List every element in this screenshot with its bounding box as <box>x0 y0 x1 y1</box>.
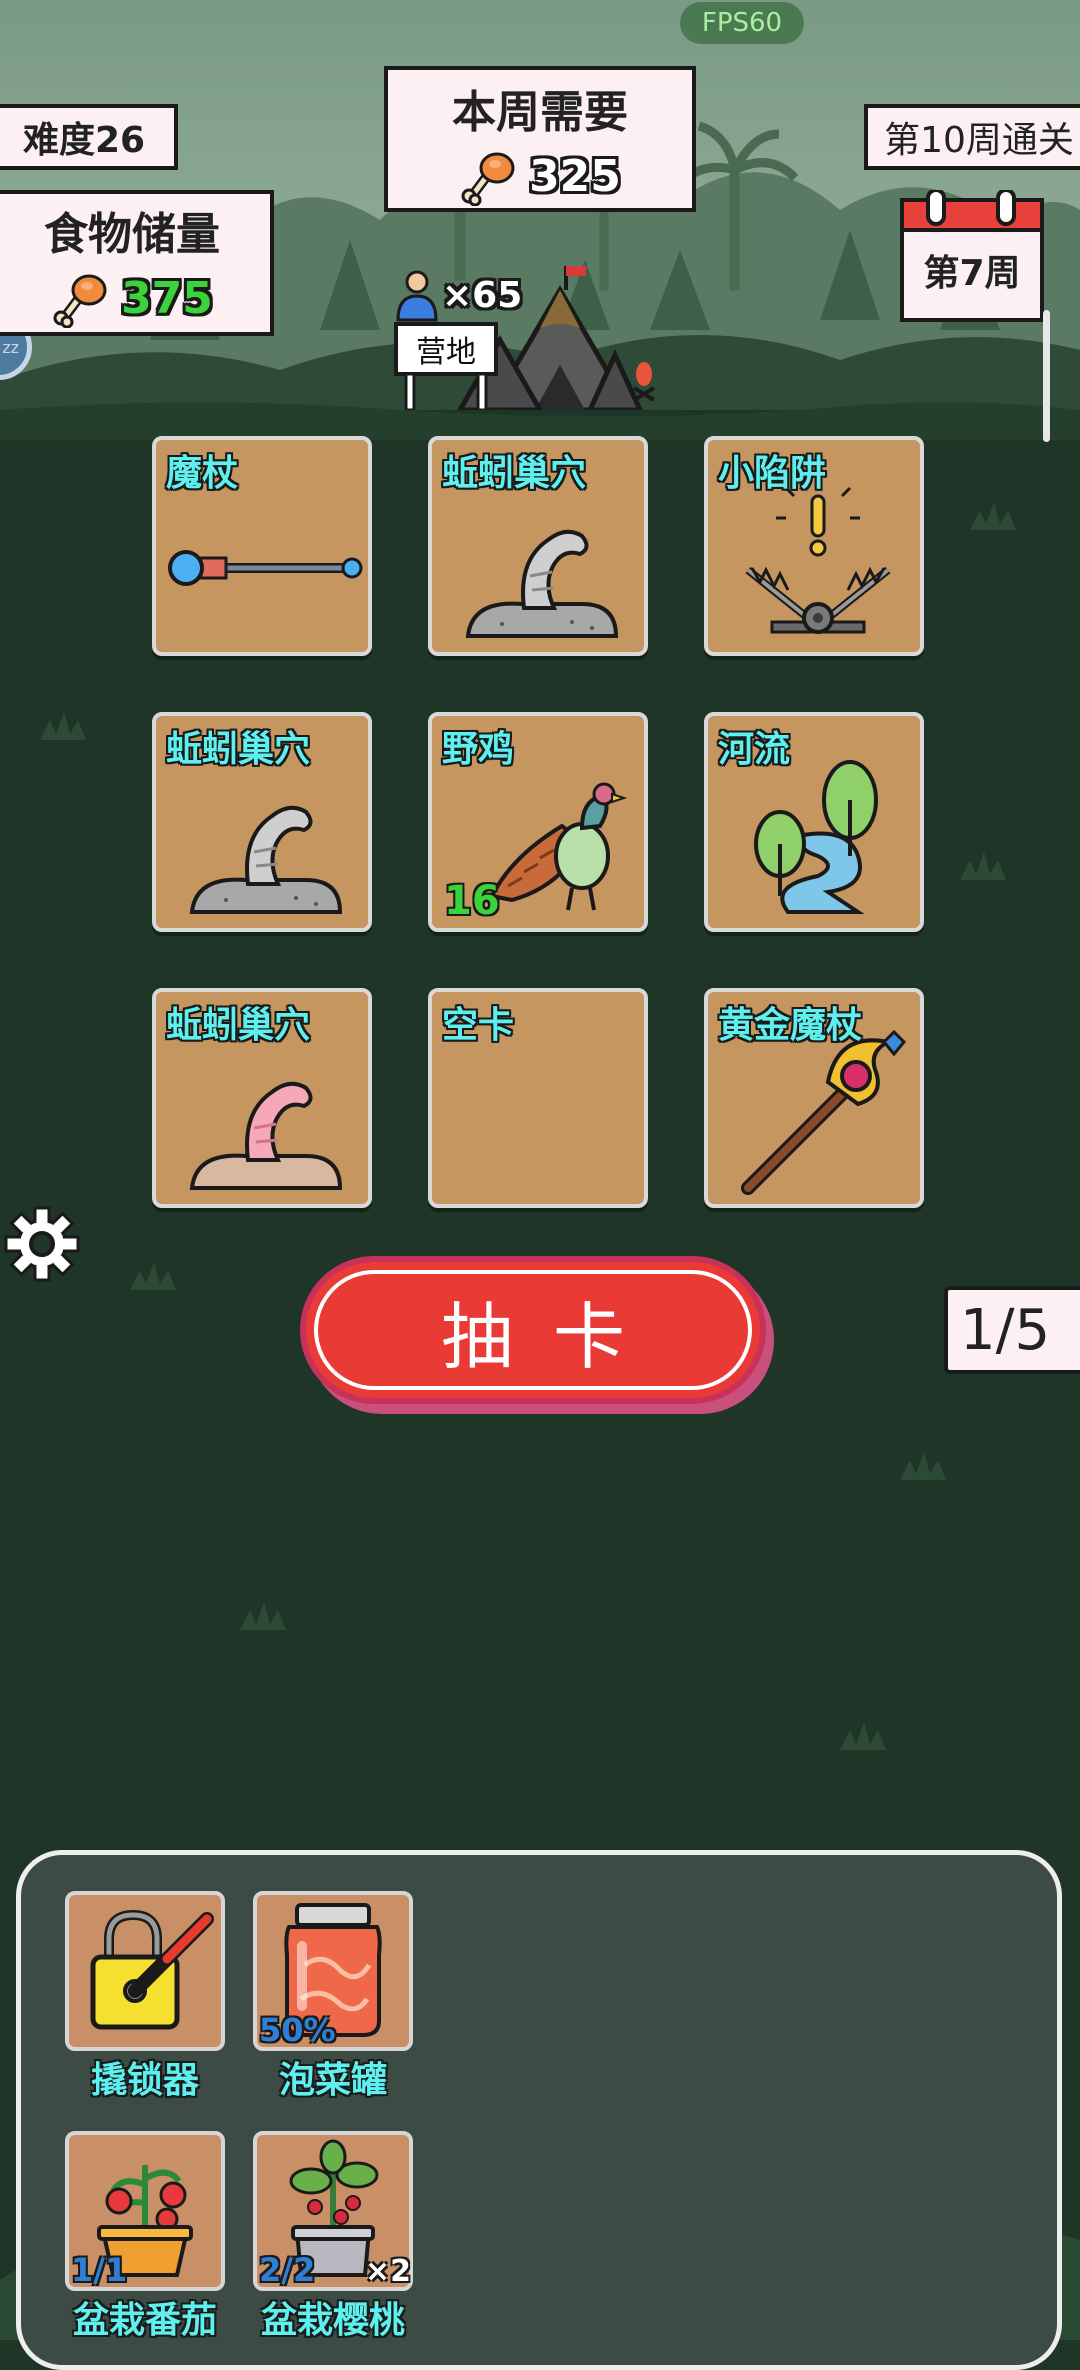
item-stat: 50% <box>259 2011 336 2049</box>
inventory-panel: 撬锁器 50% 泡菜罐 1/1 盆栽番茄 2/2 ×2 盆栽樱桃 <box>16 1850 1062 2370</box>
draw-card-button[interactable]: 抽卡 <box>300 1256 766 1404</box>
lockpick-icon <box>90 1909 214 2030</box>
card-name: 蚯蚓巢穴 <box>166 729 311 770</box>
camp-sign-posts <box>404 374 488 410</box>
card-worm-nest[interactable]: 蚯蚓巢穴 <box>152 712 372 932</box>
person-icon <box>396 270 438 322</box>
card-golden-wand[interactable]: 黄金魔杖 <box>704 988 924 1208</box>
item-label: 盆栽樱桃 <box>260 2300 405 2341</box>
food-storage-amount: 375 <box>121 272 213 324</box>
card-small-trap[interactable]: 小陷阱 <box>704 436 924 656</box>
item-potted-cherry[interactable]: 2/2 ×2 <box>253 2131 413 2291</box>
draw-card-label: 抽卡 <box>440 1294 665 1379</box>
clear-goal-label: 第10周通关 <box>864 104 1080 170</box>
item-label: 撬锁器 <box>90 2060 199 2101</box>
item-multiplier: ×2 <box>364 2254 411 2289</box>
card-river[interactable]: 河流 <box>704 712 924 932</box>
card-name: 野鸡 <box>442 729 515 770</box>
item-potted-tomato[interactable]: 1/1 <box>65 2131 225 2291</box>
item-stat: 1/1 <box>71 2251 128 2289</box>
card-name: 魔杖 <box>166 453 239 494</box>
difficulty-label: 难度26 <box>0 104 178 170</box>
scrollbar[interactable] <box>1043 310 1050 442</box>
item-kimchi-jar[interactable]: 50% <box>253 1891 413 2051</box>
food-storage-panel: 食物储量 375 <box>0 190 274 336</box>
population-count: ×65 <box>442 274 523 316</box>
item-label: 泡菜罐 <box>278 2060 387 2101</box>
drumstick-icon <box>53 274 107 328</box>
card-empty[interactable]: 空卡 <box>428 988 648 1208</box>
item-stat: 2/2 <box>259 2251 316 2289</box>
card-name: 河流 <box>718 729 791 770</box>
card-name: 空卡 <box>442 1005 515 1046</box>
drumstick-icon <box>461 152 515 206</box>
population-counter: ×65 <box>394 268 522 322</box>
weekly-requirement-panel: 本周需要 325 <box>384 66 696 212</box>
calendar-week-panel[interactable]: 第7周 <box>898 190 1046 324</box>
settings-gear-icon[interactable] <box>4 1206 80 1282</box>
fps-counter: FPS60 <box>680 2 804 44</box>
item-lockpick[interactable] <box>65 1891 225 2051</box>
card-name: 黄金魔杖 <box>718 1005 863 1046</box>
current-week-label: 第7周 <box>923 253 1021 294</box>
card-worm-nest[interactable]: 蚯蚓巢穴 <box>152 988 372 1208</box>
card-count: 16 <box>444 878 500 924</box>
draw-counter: 1/5 <box>944 1286 1080 1374</box>
food-storage-title: 食物储量 <box>44 209 220 260</box>
card-magic-wand[interactable]: 魔杖 <box>152 436 372 656</box>
weekly-requirement-title: 本周需要 <box>452 87 628 138</box>
card-worm-nest[interactable]: 蚯蚓巢穴 <box>428 436 648 656</box>
card-name: 蚯蚓巢穴 <box>442 453 587 494</box>
camp-sign[interactable]: 营地 <box>394 322 498 376</box>
item-label: 盆栽番茄 <box>72 2300 217 2341</box>
card-name: 蚯蚓巢穴 <box>166 1005 311 1046</box>
card-name: 小陷阱 <box>718 453 827 494</box>
card-pheasant[interactable]: 野鸡 16 <box>428 712 648 932</box>
weekly-requirement-amount: 325 <box>529 150 621 202</box>
